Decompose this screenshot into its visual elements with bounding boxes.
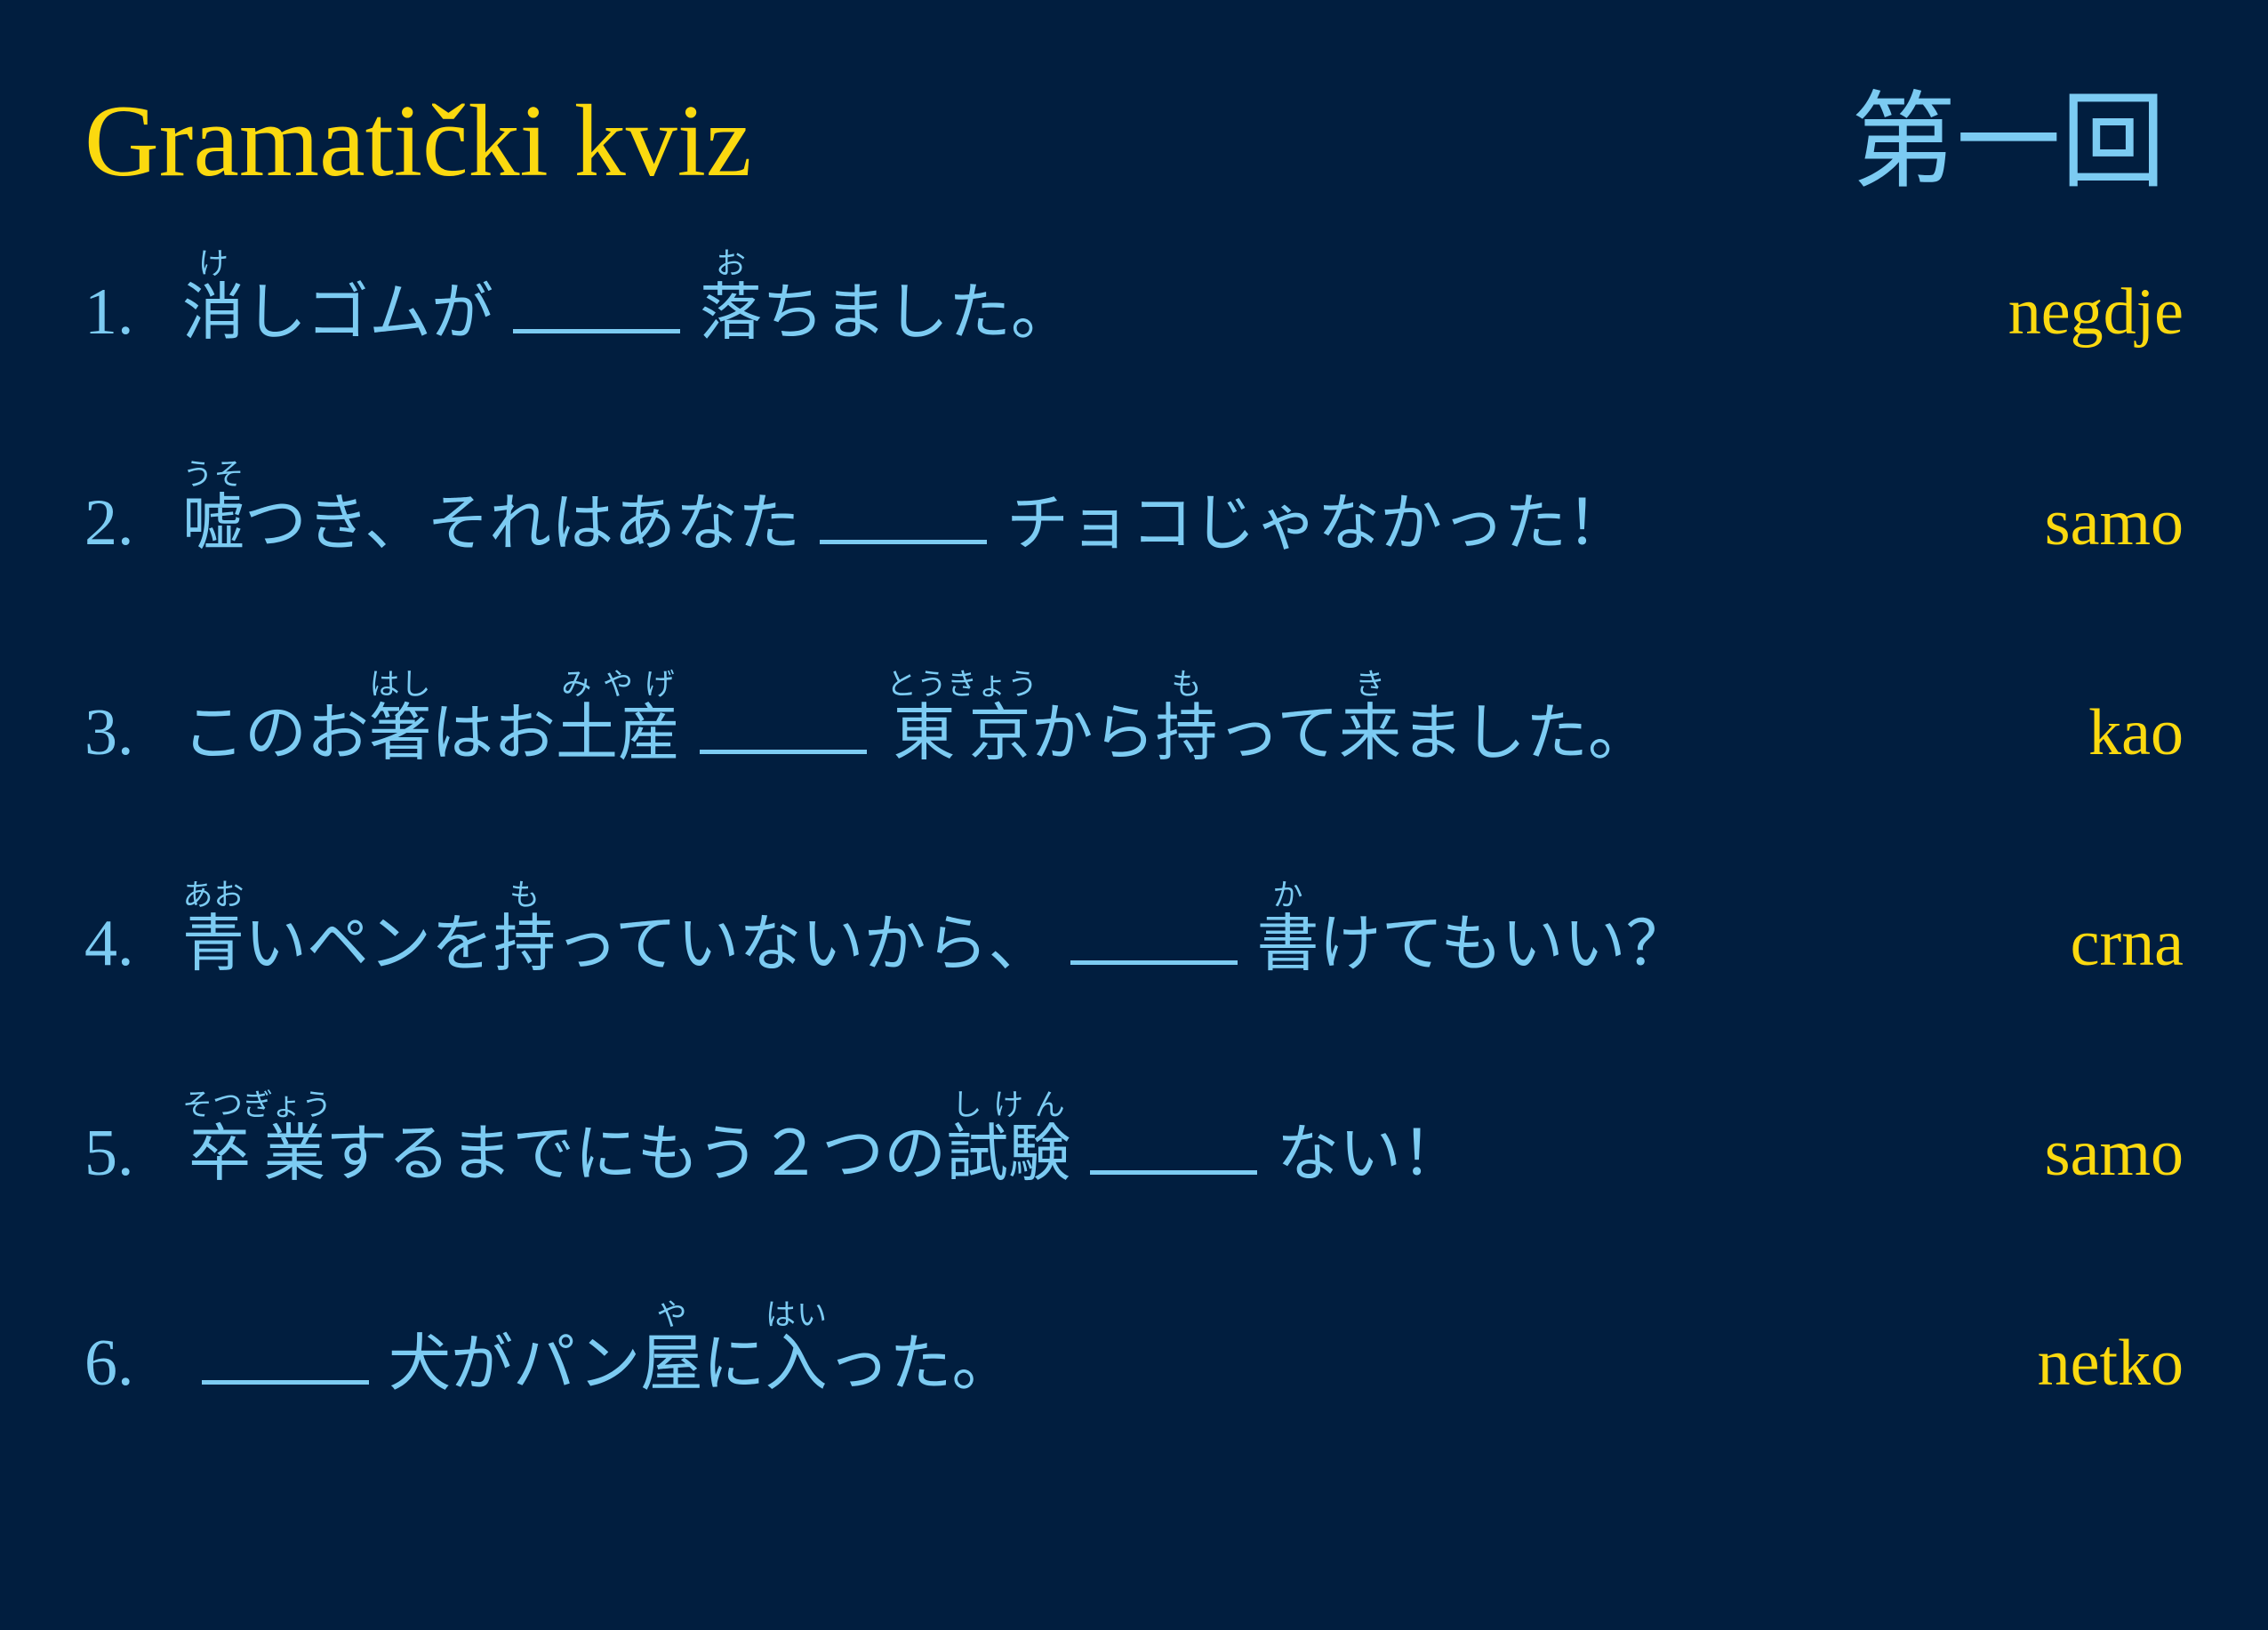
answer-blank	[1070, 903, 1238, 965]
kanji-with-furigana: 消け	[182, 246, 244, 349]
furigana: や	[640, 1297, 703, 1333]
furigana: も	[493, 878, 556, 913]
question-number: 6.	[84, 1327, 134, 1400]
kanji-with-furigana: 土産みやげ	[556, 667, 680, 769]
answer-blank	[820, 483, 988, 544]
question-number: 4.	[84, 907, 134, 980]
answer-word: crna	[2070, 907, 2184, 980]
sentence-text: ない！	[1277, 1117, 1464, 1190]
sentence-text: このお	[182, 696, 369, 769]
kanji-with-furigana: 書か	[1256, 878, 1319, 980]
kanji-with-furigana: 落お	[700, 246, 762, 349]
question-number: 5.	[84, 1117, 134, 1190]
sentence-text: しゴムが	[244, 276, 493, 349]
answer-blank	[202, 1323, 369, 1385]
furigana: はし	[369, 667, 431, 703]
answer-word: samo	[2044, 1117, 2184, 1190]
furigana: あお	[182, 878, 244, 913]
question-sentence: 消けしゴムが 落おちました。	[182, 246, 1073, 352]
kanji-with-furigana: 東京とうきょう	[886, 667, 1038, 769]
kanji-with-furigana: 箸はし	[369, 667, 431, 769]
question-row: 2. 嘘うそつき、それはあなた チョコじゃなかった！ samo	[84, 457, 2184, 588]
answer-word: kao	[2088, 696, 2184, 769]
furigana: しけん	[946, 1088, 1071, 1123]
kanji-with-furigana: 持も	[493, 878, 556, 980]
sentence-text: はお	[431, 696, 556, 769]
answer-word: netko	[2037, 1327, 2184, 1400]
kanji-with-furigana: 入はい	[765, 1297, 828, 1400]
kanji-with-furigana: 持も	[1155, 667, 1218, 769]
sentence-text: チョコじゃなかった！	[1006, 486, 1630, 559]
question-sentence: このお箸はしはお土産みやげ 東京とうきょうから持もって来きました。	[182, 667, 1650, 773]
sentence-text: から	[1030, 696, 1156, 769]
answer-blank	[513, 272, 680, 333]
question-row: 1. 消けしゴムが 落おちました。 negdje	[84, 246, 2184, 377]
furigana: け	[182, 246, 244, 282]
sentence-text: するまでにもう２つの	[325, 1117, 947, 1190]
sentence-text: つき、それはあなた	[244, 486, 801, 559]
question-number: 2.	[84, 486, 134, 559]
sentence-text: に	[702, 1327, 765, 1400]
furigana: とうきょう	[886, 667, 1038, 703]
question-row: 5. 卒業そつぎょうするまでにもう２つの試験しけん ない！ samo	[84, 1088, 2184, 1218]
chapter-label: 第一回	[1850, 80, 2166, 203]
question-sentence: 青あおいペンを持もっていないから、 書かけてもいい？	[182, 878, 1688, 984]
answer-blank	[1090, 1113, 1258, 1175]
question-sentence: 卒業そつぎょうするまでにもう２つの試験しけん ない！	[182, 1088, 1463, 1193]
furigana: うそ	[182, 457, 244, 493]
sentence-text: った。	[827, 1327, 1014, 1400]
furigana: き	[1339, 667, 1401, 703]
quiz-title: Gramatički kviz	[84, 84, 752, 198]
furigana: か	[1256, 878, 1319, 913]
furigana: も	[1155, 667, 1218, 703]
sentence-text: っていないから、	[556, 907, 1051, 980]
answer-word: samo	[2044, 486, 2184, 559]
question-sentence: 犬がパン屋やに入はいった。	[182, 1297, 1014, 1403]
sentence-text: って	[1217, 696, 1340, 769]
furigana: お	[700, 246, 762, 282]
answer-word: negdje	[2008, 276, 2184, 349]
kanji-with-furigana: 嘘うそ	[182, 457, 244, 559]
question-row: 3. このお箸はしはお土産みやげ 東京とうきょうから持もって来きました。 kao	[84, 667, 2184, 798]
question-row: 6. 犬がパン屋やに入はいった。 netko	[84, 1297, 2184, 1428]
sentence-text: ちました。	[762, 276, 1073, 349]
sentence-text: けてもいい？	[1318, 907, 1688, 980]
sentence-text: いペンを	[244, 907, 493, 980]
furigana: みやげ	[556, 667, 680, 703]
question-number: 3.	[84, 696, 134, 769]
sentence-text: ました。	[1401, 696, 1650, 769]
question-sentence: 嘘うそつき、それはあなた チョコじゃなかった！	[182, 457, 1630, 563]
question-row: 4. 青あおいペンを持もっていないから、 書かけてもいい？ crna	[84, 878, 2184, 1008]
kanji-with-furigana: 屋や	[640, 1297, 703, 1400]
furigana: はい	[765, 1297, 828, 1333]
kanji-with-furigana: 来き	[1339, 667, 1401, 769]
kanji-with-furigana: 試験しけん	[946, 1088, 1071, 1190]
kanji-with-furigana: 卒業そつぎょう	[182, 1088, 333, 1190]
furigana: そつぎょう	[182, 1088, 333, 1123]
kanji-with-furigana: 青あお	[182, 878, 244, 980]
answer-blank	[700, 693, 867, 754]
question-number: 1.	[84, 276, 134, 349]
sentence-text: 犬がパン	[389, 1327, 641, 1400]
